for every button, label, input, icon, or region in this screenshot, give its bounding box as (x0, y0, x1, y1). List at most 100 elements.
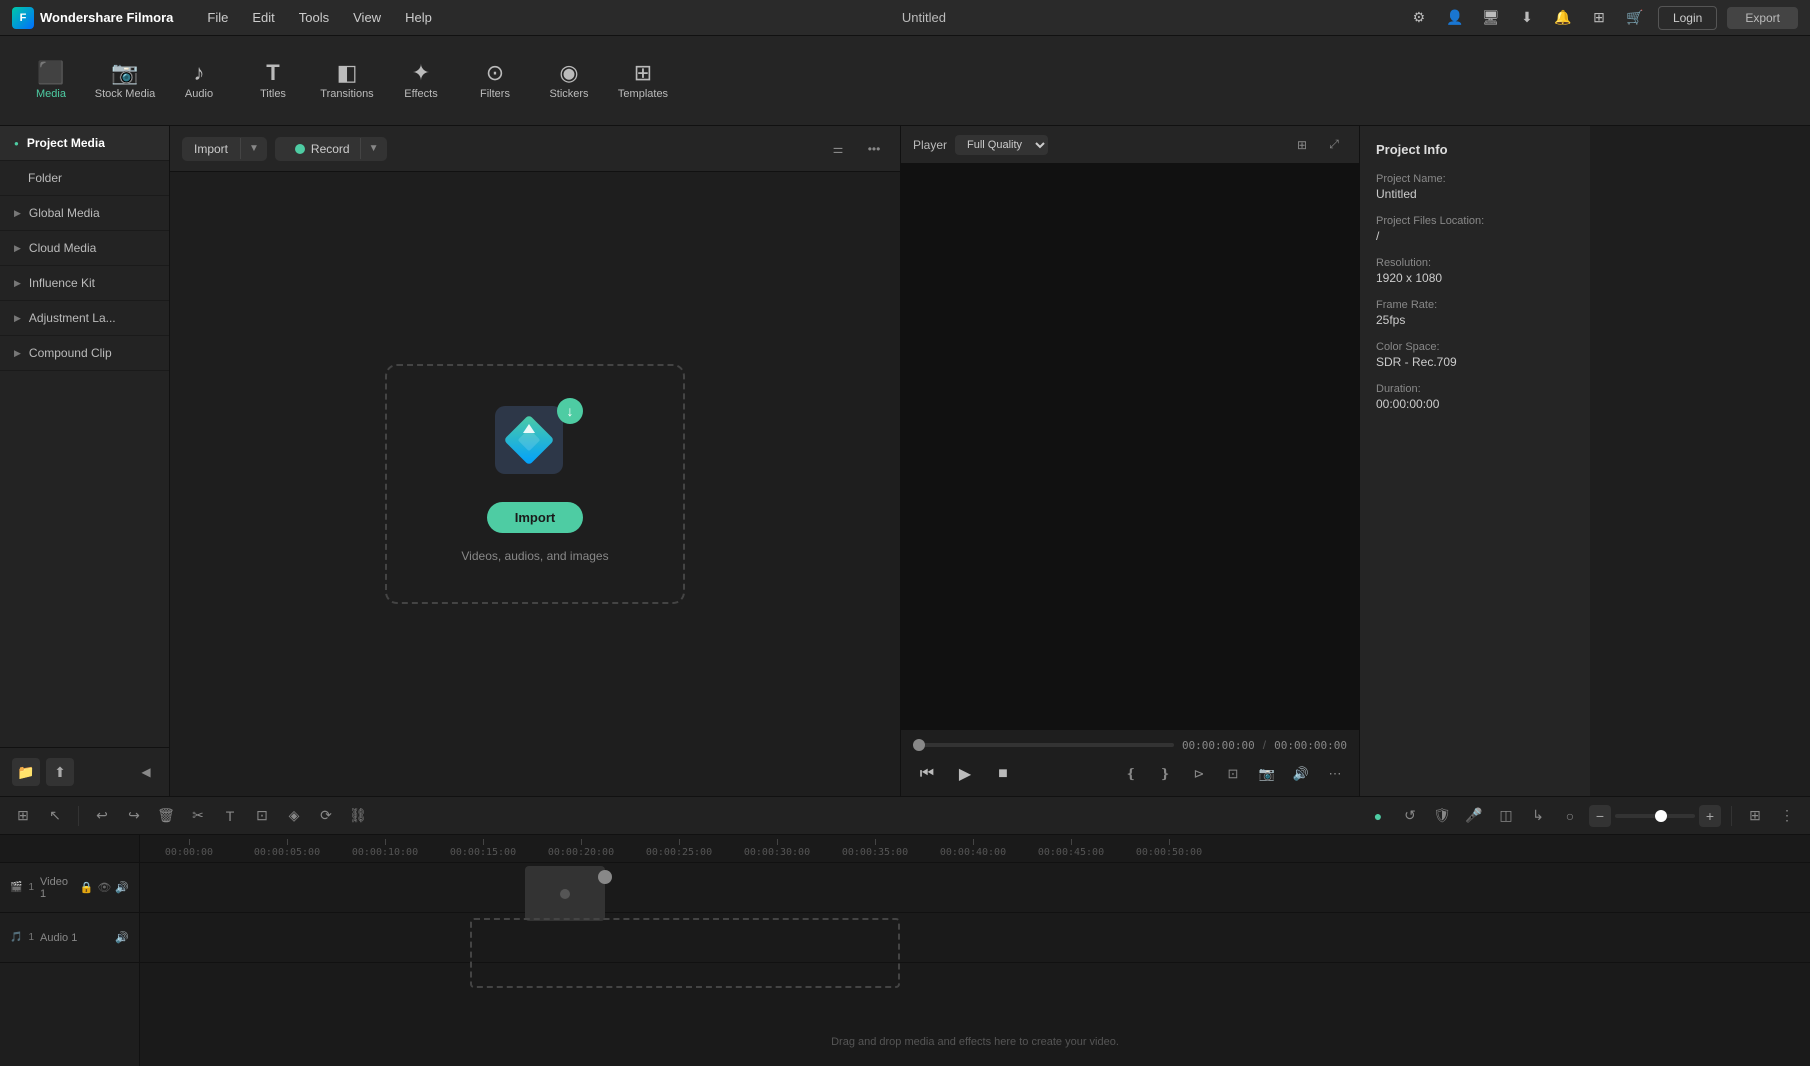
timeline-body: 🎬 1 Video 1 🔒 👁 🔊 🎵 1 Audio 1 🔊 (0, 835, 1810, 1066)
timeline-mic-icon[interactable]: 🎤 (1461, 803, 1487, 829)
toolbar-templates[interactable]: ⊞ Templates (608, 43, 678, 118)
bracket-right-icon[interactable]: ❵ (1153, 762, 1177, 786)
notification-icon[interactable]: 🔔 (1550, 5, 1576, 31)
media-ghost-dot (560, 889, 570, 899)
menu-tools[interactable]: Tools (289, 6, 339, 29)
video-track-header: 🎬 1 Video 1 🔒 👁 🔊 (0, 863, 139, 913)
player-panel: Player Full Quality Half Quality ⊞ ⤢ 00:… (900, 126, 1360, 796)
timeline-text-icon[interactable]: T (217, 803, 243, 829)
audio-track-lane[interactable] (140, 913, 1810, 963)
import-big-button[interactable]: Import (487, 502, 583, 533)
settings-icon[interactable]: ⚙ (1406, 5, 1432, 31)
quality-select[interactable]: Full Quality Half Quality (955, 135, 1048, 155)
timeline-crop-icon[interactable]: ⊡ (249, 803, 275, 829)
sidebar-item-global-media[interactable]: ▶ Global Media (0, 196, 169, 231)
new-folder-button[interactable]: 📁 (12, 758, 40, 786)
drag-handle[interactable] (598, 870, 612, 884)
toolbar-media[interactable]: ⬛ Media (16, 43, 86, 118)
timeline-clip-icon[interactable]: ◫ (1493, 803, 1519, 829)
toolbar-titles[interactable]: T Titles (238, 43, 308, 118)
timeline-shield-icon[interactable]: 🛡 (1429, 803, 1455, 829)
timeline-redo-icon[interactable]: ↪ (121, 803, 147, 829)
progress-thumb[interactable] (913, 739, 925, 751)
import-dropdown[interactable]: Import ▼ (182, 137, 267, 161)
timeline-minus-icon[interactable]: ○ (1557, 803, 1583, 829)
insert-icon[interactable]: ⊳ (1187, 762, 1211, 786)
import-button-main[interactable]: Import (182, 137, 240, 161)
pip-icon[interactable]: ⊡ (1221, 762, 1245, 786)
sidebar-collapse-button[interactable]: ◀ (135, 761, 157, 783)
video-mute-icon[interactable]: 🔊 (115, 881, 129, 894)
toolbar-filters[interactable]: ⊙ Filters (460, 43, 530, 118)
fullscreen-icon[interactable]: ⤢ (1321, 132, 1347, 158)
bracket-left-icon[interactable]: ❴ (1119, 762, 1143, 786)
play-pause-button[interactable]: ▶ (951, 760, 979, 788)
timeline-cursor-icon[interactable]: ↖ (42, 803, 68, 829)
timeline-cut-icon[interactable]: ✂ (185, 803, 211, 829)
timeline-link-icon[interactable]: ⛓ (345, 803, 371, 829)
cart-icon[interactable]: 🛒 (1622, 5, 1648, 31)
timeline-tracks[interactable]: Drag and drop media and effects here to … (140, 863, 1810, 1066)
grid-icon[interactable]: ⊞ (1586, 5, 1612, 31)
menu-view[interactable]: View (343, 6, 391, 29)
project-files-label: Project Files Location: (1376, 215, 1574, 227)
color-space-value: SDR - Rec.709 (1376, 355, 1574, 369)
layout-icon[interactable]: ⊞ (1289, 132, 1315, 158)
record-button-main[interactable]: Record (275, 137, 360, 161)
volume-icon[interactable]: 🔊 (1289, 762, 1313, 786)
more-options-icon[interactable]: ••• (860, 135, 888, 163)
zoom-out-button[interactable]: − (1589, 805, 1611, 827)
audio-mute-icon[interactable]: 🔊 (115, 931, 129, 944)
zoom-slider[interactable] (1615, 814, 1695, 818)
drop-zone[interactable]: ↓ Import Videos, audios, and images (385, 364, 685, 604)
sidebar-item-adjustment-layer[interactable]: ▶ Adjustment La... (0, 301, 169, 336)
effects-icon: ✦ (412, 62, 430, 84)
toolbar-effects[interactable]: ✦ Effects (386, 43, 456, 118)
zoom-slider-thumb[interactable] (1655, 810, 1667, 822)
toolbar-stickers[interactable]: ◉ Stickers (534, 43, 604, 118)
stop-button[interactable]: ■ (989, 760, 1017, 788)
account-icon[interactable]: 👤 (1442, 5, 1468, 31)
timeline-more-icon[interactable]: ⋮ (1774, 803, 1800, 829)
menu-edit[interactable]: Edit (242, 6, 284, 29)
sidebar-item-project-media[interactable]: ● Project Media (0, 126, 169, 161)
login-button[interactable]: Login (1658, 6, 1717, 30)
timeline-undo-icon[interactable]: ↩ (89, 803, 115, 829)
export-button[interactable]: Export (1727, 7, 1798, 29)
timeline-delete-icon[interactable]: 🗑 (153, 803, 179, 829)
timeline-motion-icon[interactable]: ◈ (281, 803, 307, 829)
video-hide-icon[interactable]: 👁 (97, 881, 111, 894)
import-button-arrow[interactable]: ▼ (240, 138, 267, 159)
sidebar-item-folder[interactable]: Folder (0, 161, 169, 196)
sidebar-item-compound-clip[interactable]: ▶ Compound Clip (0, 336, 169, 371)
timeline-loop-icon[interactable]: ↺ (1397, 803, 1423, 829)
import-files-button[interactable]: ⬆ (46, 758, 74, 786)
drop-target[interactable] (470, 918, 900, 988)
sidebar-item-influence-kit[interactable]: ▶ Influence Kit (0, 266, 169, 301)
timeline-green-dot[interactable]: ● (1365, 803, 1391, 829)
more-icon[interactable]: ⋯ (1323, 762, 1347, 786)
menu-file[interactable]: File (197, 6, 238, 29)
video-track-lane[interactable] (140, 863, 1810, 913)
filter-icon[interactable]: ⚌ (824, 135, 852, 163)
main-area: ● Project Media Folder ▶ Global Media ▶ … (0, 126, 1810, 796)
video-lock-icon[interactable]: 🔒 (80, 881, 94, 894)
sidebar-item-cloud-media[interactable]: ▶ Cloud Media (0, 231, 169, 266)
toolbar-audio[interactable]: ♪ Audio (164, 43, 234, 118)
video-track-label: Video 1 (40, 876, 74, 900)
download-icon[interactable]: ⬇ (1514, 5, 1540, 31)
toolbar-stock-media[interactable]: 📷 Stock Media (90, 43, 160, 118)
progress-track[interactable] (913, 743, 1174, 747)
zoom-in-button[interactable]: + (1699, 805, 1721, 827)
timeline-app-icon[interactable]: ⊞ (10, 803, 36, 829)
snapshot-icon[interactable]: 📷 (1255, 762, 1279, 786)
toolbar-transitions[interactable]: ◧ Transitions (312, 43, 382, 118)
step-back-button[interactable]: ⏮ (913, 760, 941, 788)
menu-help[interactable]: Help (395, 6, 442, 29)
record-dropdown[interactable]: Record ▼ (275, 137, 387, 161)
monitor-icon[interactable]: 🖥 (1478, 5, 1504, 31)
timeline-speed-icon[interactable]: ⟳ (313, 803, 339, 829)
timeline-arrow-icon[interactable]: ↳ (1525, 803, 1551, 829)
record-button-arrow[interactable]: ▼ (360, 138, 387, 159)
timeline-grid-icon[interactable]: ⊞ (1742, 803, 1768, 829)
